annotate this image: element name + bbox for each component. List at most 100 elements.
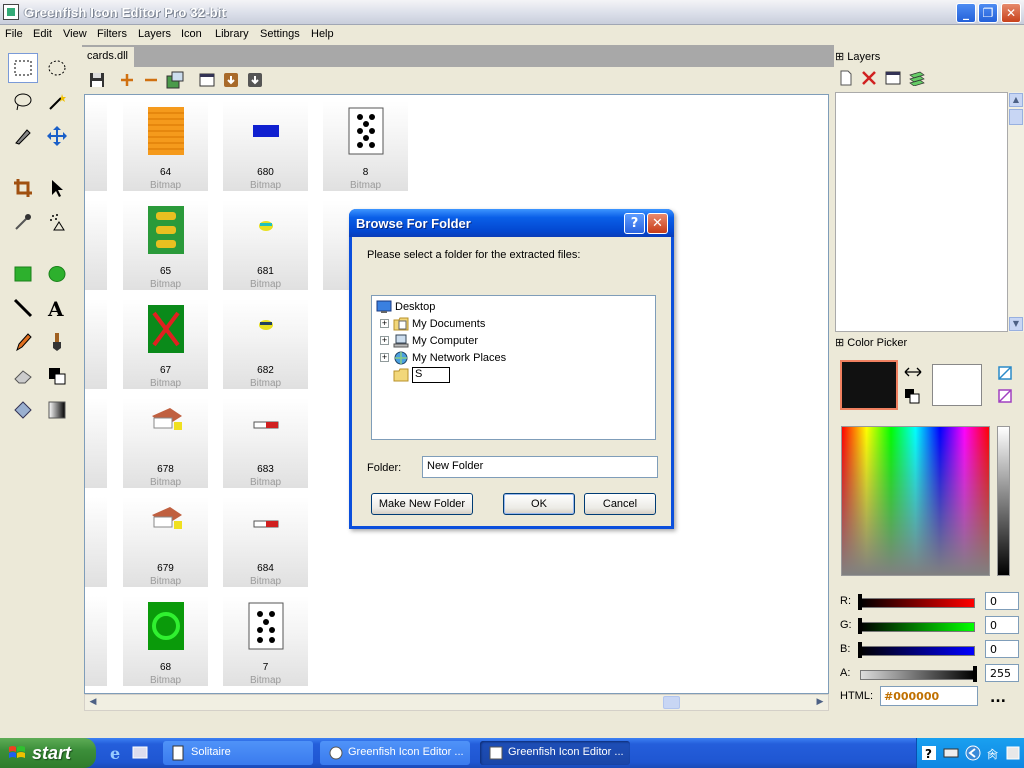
- eyedropper-icon[interactable]: [8, 207, 38, 237]
- html-color-field[interactable]: #000000: [880, 686, 978, 706]
- scroll-right-icon[interactable]: ▶: [812, 695, 828, 710]
- menu-file[interactable]: File: [5, 28, 23, 40]
- alpha-slider-knob[interactable]: [973, 666, 977, 682]
- ime-icon[interactable]: [1005, 745, 1021, 761]
- properties-icon[interactable]: [198, 71, 216, 89]
- icon-cell[interactable]: 680 Bitmap: [223, 101, 308, 191]
- taskbar-item-greenfish-2[interactable]: Greenfish Icon Editor ...: [480, 741, 630, 765]
- show-desktop-icon[interactable]: [131, 744, 149, 762]
- layer-properties-icon[interactable]: [885, 70, 901, 86]
- maximize-button[interactable]: ❐: [978, 3, 998, 23]
- menu-help[interactable]: Help: [311, 28, 334, 40]
- brightness-ramp[interactable]: [997, 426, 1010, 576]
- color-picker-header[interactable]: ⊞ Color Picker: [835, 336, 907, 349]
- scroll-up-icon[interactable]: ▲: [1009, 93, 1023, 107]
- dialog-close-button[interactable]: ✕: [647, 213, 668, 234]
- expand-icon[interactable]: +: [380, 336, 389, 345]
- remove-icon[interactable]: [142, 71, 160, 89]
- tab-cards-dll[interactable]: cards.dll: [82, 47, 134, 67]
- merge-layers-icon[interactable]: [909, 70, 925, 87]
- menu-filters[interactable]: Filters: [97, 28, 127, 40]
- icon-cell[interactable]: 681 Bitmap: [223, 200, 308, 290]
- alpha-slider[interactable]: [860, 670, 975, 680]
- add-icon[interactable]: [118, 71, 136, 89]
- expand-icon[interactable]: ⊞: [835, 51, 844, 63]
- magic-wand-icon[interactable]: [42, 87, 72, 117]
- red-slider[interactable]: [860, 598, 975, 608]
- tree-node-my-documents[interactable]: + My Documents: [380, 315, 485, 332]
- extract-all-icon[interactable]: [246, 71, 264, 89]
- horizontal-scrollbar[interactable]: ◀ ▶: [84, 694, 829, 711]
- icon-cell[interactable]: 68 Bitmap: [123, 596, 208, 686]
- red-slider-knob[interactable]: [858, 594, 862, 610]
- reset-colors-icon[interactable]: [904, 388, 920, 404]
- pen-select-icon[interactable]: [8, 121, 38, 151]
- rectangle-icon[interactable]: [8, 259, 38, 289]
- menu-view[interactable]: View: [63, 28, 87, 40]
- swap-colors-icon[interactable]: [904, 366, 922, 378]
- taskbar-item-solitaire[interactable]: Solitaire: [163, 741, 313, 765]
- foreground-color-swatch[interactable]: [840, 360, 898, 410]
- tree-node-my-network-places[interactable]: + My Network Places: [380, 349, 506, 366]
- icon-cell[interactable]: 65 Bitmap: [123, 200, 208, 290]
- save-icon[interactable]: [88, 71, 106, 89]
- icon-cell[interactable]: 684 Bitmap: [223, 497, 308, 587]
- dialog-title-bar[interactable]: Browse For Folder ? ✕: [349, 209, 674, 237]
- dialog-help-button[interactable]: ?: [624, 213, 645, 234]
- eraser-icon[interactable]: [8, 361, 38, 391]
- ellipse-select-icon[interactable]: [42, 53, 72, 83]
- language-indicator[interactable]: 肏: [987, 746, 998, 762]
- resize-icon[interactable]: [166, 71, 184, 89]
- green-slider-knob[interactable]: [858, 618, 862, 634]
- icon-cell[interactable]: 683 Bitmap: [223, 398, 308, 488]
- help-icon[interactable]: ?: [921, 745, 937, 761]
- taskbar-item-greenfish-1[interactable]: Greenfish Icon Editor ...: [320, 741, 470, 765]
- green-value-field[interactable]: 0: [985, 616, 1019, 634]
- folder-name-field[interactable]: New Folder: [422, 456, 658, 478]
- pointer-icon[interactable]: [42, 173, 72, 203]
- spray-icon[interactable]: [42, 207, 72, 237]
- invert-color-icon[interactable]: [998, 389, 1012, 403]
- lasso-icon[interactable]: [8, 87, 38, 117]
- start-button[interactable]: start: [0, 738, 96, 768]
- blue-slider[interactable]: [860, 646, 975, 656]
- menu-icon[interactable]: Icon: [181, 28, 202, 40]
- folder-rename-input[interactable]: S: [412, 366, 450, 383]
- move-icon[interactable]: [42, 121, 72, 151]
- icon-cell[interactable]: 678 Bitmap: [123, 398, 208, 488]
- ok-button[interactable]: OK: [503, 493, 575, 515]
- blue-value-field[interactable]: 0: [985, 640, 1019, 658]
- pencil-icon[interactable]: [8, 327, 38, 357]
- green-slider[interactable]: [860, 622, 975, 632]
- blue-slider-knob[interactable]: [858, 642, 862, 658]
- new-layer-icon[interactable]: [838, 70, 854, 86]
- folder-tree[interactable]: Desktop + My Documents + My Computer + M…: [371, 295, 656, 440]
- close-button[interactable]: ✕: [1001, 3, 1021, 23]
- ellipse-icon[interactable]: [42, 259, 72, 289]
- menu-edit[interactable]: Edit: [33, 28, 52, 40]
- tree-node-desktop[interactable]: Desktop: [376, 298, 435, 315]
- make-new-folder-button[interactable]: Make New Folder: [371, 493, 473, 515]
- more-button[interactable]: ...: [990, 690, 1006, 706]
- crop-icon[interactable]: [8, 173, 38, 203]
- extract-icon[interactable]: [222, 71, 240, 89]
- color-replace-icon[interactable]: [42, 361, 72, 391]
- menu-settings[interactable]: Settings: [260, 28, 300, 40]
- scroll-thumb[interactable]: [663, 696, 680, 709]
- icon-cell[interactable]: 7 Bitmap: [223, 596, 308, 686]
- expand-icon[interactable]: +: [380, 319, 389, 328]
- delete-layer-icon[interactable]: [861, 70, 877, 86]
- gradient-icon[interactable]: [42, 395, 72, 425]
- red-value-field[interactable]: 0: [985, 592, 1019, 610]
- text-icon[interactable]: A: [42, 293, 72, 323]
- icon-cell[interactable]: 67 Bitmap: [123, 299, 208, 389]
- color-spectrum[interactable]: [841, 426, 990, 576]
- keyboard-icon[interactable]: [943, 745, 959, 761]
- transparent-color-icon[interactable]: [998, 366, 1012, 380]
- fill-bucket-icon[interactable]: [8, 395, 38, 425]
- background-color-swatch[interactable]: [932, 364, 982, 406]
- menu-library[interactable]: Library: [215, 28, 249, 40]
- brush-icon[interactable]: [42, 327, 72, 357]
- scroll-thumb[interactable]: [1009, 109, 1023, 125]
- scroll-left-icon[interactable]: ◀: [85, 695, 101, 710]
